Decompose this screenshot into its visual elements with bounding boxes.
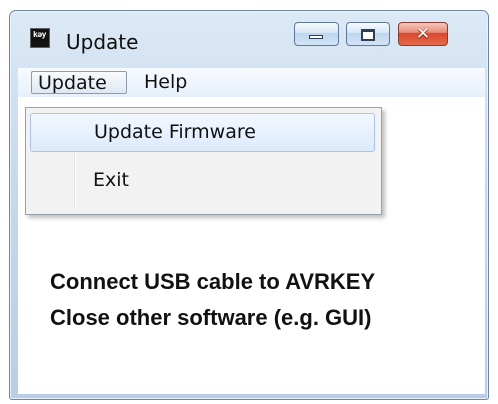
app-icon-text: kəy [33, 30, 46, 39]
menu-bar: Update Help [18, 68, 485, 98]
close-icon: ✕ [415, 24, 431, 44]
update-window: kəy Update ✕ Update Help Update Firmware… [9, 10, 489, 400]
menu-item-exit[interactable]: Exit [30, 162, 375, 201]
app-icon: kəy [30, 28, 50, 48]
instruction-line-2: Close other software (e.g. GUI) [50, 305, 372, 330]
title-bar[interactable]: kəy Update ✕ [10, 11, 488, 63]
close-button[interactable]: ✕ [398, 22, 448, 46]
menu-item-update-firmware[interactable]: Update Firmware [30, 113, 375, 152]
window-title: Update [66, 30, 139, 54]
maximize-icon [361, 29, 375, 41]
minimize-icon [309, 35, 323, 39]
minimize-button[interactable] [294, 22, 339, 46]
instructions-text: Connect USB cable to AVRKEY Close other … [50, 264, 470, 336]
maximize-button[interactable] [346, 22, 390, 46]
instruction-line-1: Connect USB cable to AVRKEY [50, 269, 376, 294]
update-menu-dropdown: Update Firmware Exit [25, 107, 382, 215]
menu-help[interactable]: Help [138, 71, 200, 94]
menu-update[interactable]: Update [31, 71, 127, 94]
